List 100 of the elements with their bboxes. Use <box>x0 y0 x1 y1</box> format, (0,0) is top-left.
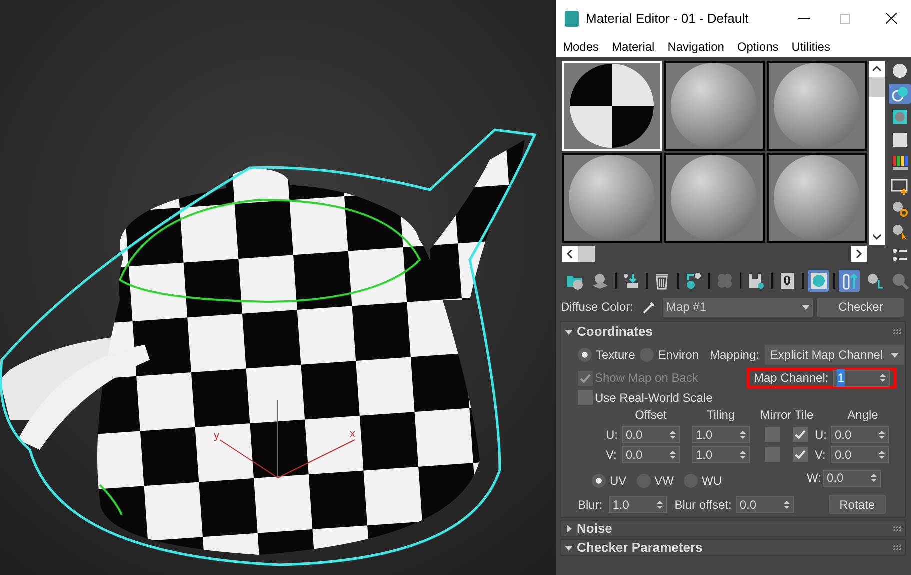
rollout-title[interactable]: Checker Parameters <box>577 538 893 558</box>
tiling-field[interactable]: 1.0 <box>692 446 750 463</box>
axis-label: V: <box>815 446 827 464</box>
grip-icon <box>893 544 901 550</box>
radio-button[interactable] <box>578 348 592 362</box>
mapping-dropdown[interactable]: Explicit Map Channel <box>765 345 904 365</box>
scrollbar-thumb[interactable] <box>578 246 595 262</box>
checkbox-label: Show Map on Back <box>595 370 698 387</box>
sample-slot[interactable] <box>766 153 867 243</box>
toolbar-button[interactable] <box>808 270 830 292</box>
grip-icon <box>893 328 901 334</box>
spinner-arrows-icon[interactable] <box>879 450 885 460</box>
column-header: Angle <box>846 407 880 424</box>
checkbox[interactable] <box>578 390 593 405</box>
checkbox[interactable] <box>765 447 780 462</box>
checkbox[interactable] <box>793 447 808 462</box>
spinner-arrows-icon[interactable] <box>784 500 790 510</box>
tube-arrow-icon <box>840 272 859 290</box>
rollout-header[interactable]: Checker Parameters <box>560 539 906 556</box>
blur-offset-field[interactable]: 0.0 <box>736 496 794 513</box>
sample-slot[interactable] <box>664 153 765 243</box>
spinner-arrows-icon[interactable] <box>670 430 676 440</box>
close-icon[interactable] <box>886 13 897 24</box>
radio-label: UV <box>610 473 627 490</box>
angle-field[interactable]: 0.0 <box>823 470 882 486</box>
field-label: Diffuse Color: <box>561 299 634 316</box>
dropdown-caret-icon[interactable] <box>802 303 810 311</box>
radio-label: VW <box>654 473 674 490</box>
column-header: Tiling <box>706 407 736 424</box>
sphere-icon <box>890 62 909 80</box>
app-logo-icon <box>565 10 579 26</box>
scrollbar-thumb[interactable] <box>869 77 886 97</box>
axis-label: V: <box>606 446 618 464</box>
checkbox[interactable] <box>793 427 808 442</box>
menu-item[interactable]: Material <box>612 38 655 56</box>
spinner-arrows-icon[interactable] <box>740 430 746 440</box>
sample-slot[interactable] <box>562 153 662 243</box>
save-icon <box>747 272 766 290</box>
field-label: Blur: <box>578 496 603 514</box>
vertical-scrollbar[interactable] <box>869 61 886 245</box>
scroll-left-button[interactable] <box>562 246 578 262</box>
film-icon <box>890 177 909 195</box>
put-to-scene-icon <box>622 272 640 290</box>
spinner-arrows-icon[interactable] <box>871 473 878 483</box>
collapse-arrow-icon[interactable] <box>565 524 573 532</box>
column-header: Mirror Tile <box>759 407 815 424</box>
map-channel-field[interactable]: 1 <box>832 370 890 386</box>
grip-icon <box>893 526 901 532</box>
radio-label: WU <box>702 473 722 490</box>
field-label: Mapping: <box>710 347 760 364</box>
rotate-button[interactable]: Rotate <box>828 495 886 514</box>
chevron-right-icon[interactable] <box>855 250 863 258</box>
axis-label: y <box>214 430 220 442</box>
rollout-header[interactable]: Noise <box>560 520 906 537</box>
chevron-down-icon[interactable] <box>873 233 882 241</box>
spinner-arrows-icon[interactable] <box>880 373 886 383</box>
tiling-field[interactable]: 1.0 <box>692 426 750 443</box>
spinner-arrows-icon[interactable] <box>740 450 746 460</box>
menu-item[interactable]: Modes <box>563 38 600 56</box>
field-label: Blur offset: <box>674 496 732 514</box>
offset-field[interactable]: 0.0 <box>622 426 680 443</box>
spinner-arrows-icon[interactable] <box>656 500 663 510</box>
spinner-arrows-icon[interactable] <box>879 430 885 440</box>
radio-label: Texture <box>596 347 636 364</box>
angle-field[interactable]: 0.0 <box>831 426 889 443</box>
axis-label: x <box>350 428 356 440</box>
rollout-title[interactable]: Coordinates <box>577 322 893 342</box>
chevron-up-icon[interactable] <box>873 65 882 73</box>
toolbar-button[interactable]: 0 <box>776 270 798 292</box>
map-type-button[interactable]: Checker <box>817 298 904 316</box>
column-header: Offset <box>634 407 668 424</box>
horizontal-scrollbar[interactable] <box>562 246 867 262</box>
sample-slot[interactable] <box>766 61 867 151</box>
sample-slot[interactable] <box>664 61 765 151</box>
eyedropper-icon[interactable] <box>643 300 656 314</box>
list-icon <box>890 246 909 264</box>
radio-button[interactable] <box>592 474 606 488</box>
material-icon <box>890 85 909 103</box>
menu-item[interactable]: Utilities <box>792 38 830 56</box>
collapse-arrow-icon[interactable] <box>565 328 573 336</box>
checkbox-label: Use Real-World Scale <box>595 390 713 406</box>
dropdown-caret-icon[interactable] <box>891 351 900 359</box>
spinner-arrows-icon[interactable] <box>670 450 676 460</box>
side-tool-button[interactable] <box>888 84 911 104</box>
angle-field[interactable]: 0.0 <box>831 446 889 463</box>
square-icon <box>890 131 909 149</box>
radio-label: Environ <box>658 347 700 364</box>
toolbar-button[interactable] <box>839 270 860 292</box>
map-dropdown[interactable]: Map #1 <box>663 298 814 316</box>
collapse-arrow-icon[interactable] <box>565 544 573 552</box>
axis-label: U: <box>815 426 828 444</box>
menu-item[interactable]: Navigation <box>668 38 724 56</box>
scroll-right-button[interactable] <box>851 246 867 262</box>
menu-item[interactable]: Options <box>737 38 779 56</box>
blur-field[interactable]: 1.0 <box>608 496 667 513</box>
offset-field[interactable]: 0.0 <box>622 446 680 463</box>
axis-label: W: <box>807 470 822 487</box>
rollout-title[interactable]: Noise <box>577 518 893 538</box>
chevron-left-icon[interactable] <box>566 250 574 258</box>
checkbox[interactable] <box>765 427 780 442</box>
